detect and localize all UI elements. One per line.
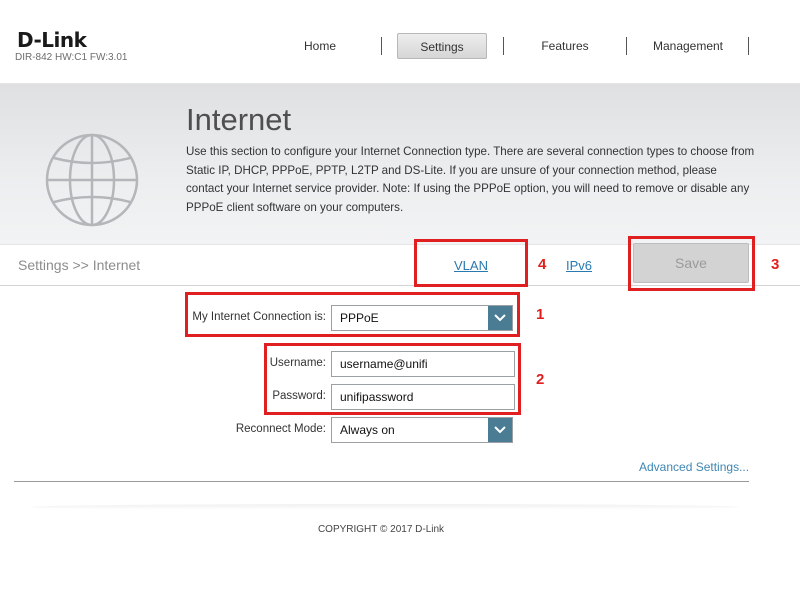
ipv6-link[interactable]: IPv6 bbox=[566, 258, 592, 273]
device-model: DIR-842 HW:C1 FW:3.01 bbox=[15, 52, 128, 63]
nav-separator bbox=[503, 37, 504, 55]
nav-separator bbox=[748, 37, 749, 55]
nav-separator bbox=[381, 37, 382, 55]
connection-type-value: PPPoE bbox=[340, 311, 379, 325]
intro-description: Use this section to configure your Inter… bbox=[186, 145, 755, 214]
divider bbox=[14, 481, 749, 482]
tab-home[interactable]: Home bbox=[280, 33, 360, 59]
annotation-number: 1 bbox=[536, 306, 545, 323]
annotation-number: 2 bbox=[536, 371, 545, 388]
connection-type-label: My Internet Connection is: bbox=[192, 311, 326, 323]
tab-features[interactable]: Features bbox=[517, 33, 613, 59]
dlink-logo: D-Link bbox=[17, 28, 87, 52]
nav-separator bbox=[626, 37, 627, 55]
chevron-down-icon[interactable] bbox=[488, 418, 512, 442]
annotation-number: 3 bbox=[771, 256, 780, 273]
reconnect-mode-select[interactable]: Always on bbox=[331, 417, 513, 443]
reconnect-mode-value: Always on bbox=[340, 423, 395, 437]
annotation-box-save bbox=[628, 236, 755, 291]
copyright-text: COPYRIGHT © 2017 D-Link bbox=[317, 524, 445, 535]
hero-section: Internet Use this section to configure y… bbox=[0, 84, 800, 244]
password-input[interactable]: unifipassword bbox=[331, 384, 515, 410]
annotation-number: 4 bbox=[538, 256, 547, 273]
top-header: D-Link DIR-842 HW:C1 FW:3.01 Home Settin… bbox=[0, 0, 800, 84]
password-label: Password: bbox=[272, 390, 326, 402]
page-title: Internet bbox=[186, 102, 292, 137]
footer-shadow bbox=[30, 504, 740, 510]
chevron-down-icon[interactable] bbox=[488, 306, 512, 330]
tab-settings[interactable]: Settings bbox=[397, 33, 487, 59]
advanced-settings-link[interactable]: Advanced Settings... bbox=[639, 460, 749, 474]
globe-icon bbox=[45, 133, 139, 227]
connection-type-select[interactable]: PPPoE bbox=[331, 305, 513, 331]
reconnect-mode-label: Reconnect Mode: bbox=[235, 423, 326, 435]
tab-management[interactable]: Management bbox=[640, 33, 736, 59]
breadcrumb: Settings >> Internet bbox=[18, 257, 141, 273]
annotation-box-vlan bbox=[414, 239, 528, 287]
username-input[interactable]: username@unifi bbox=[331, 351, 515, 377]
username-label: Username: bbox=[269, 357, 326, 369]
